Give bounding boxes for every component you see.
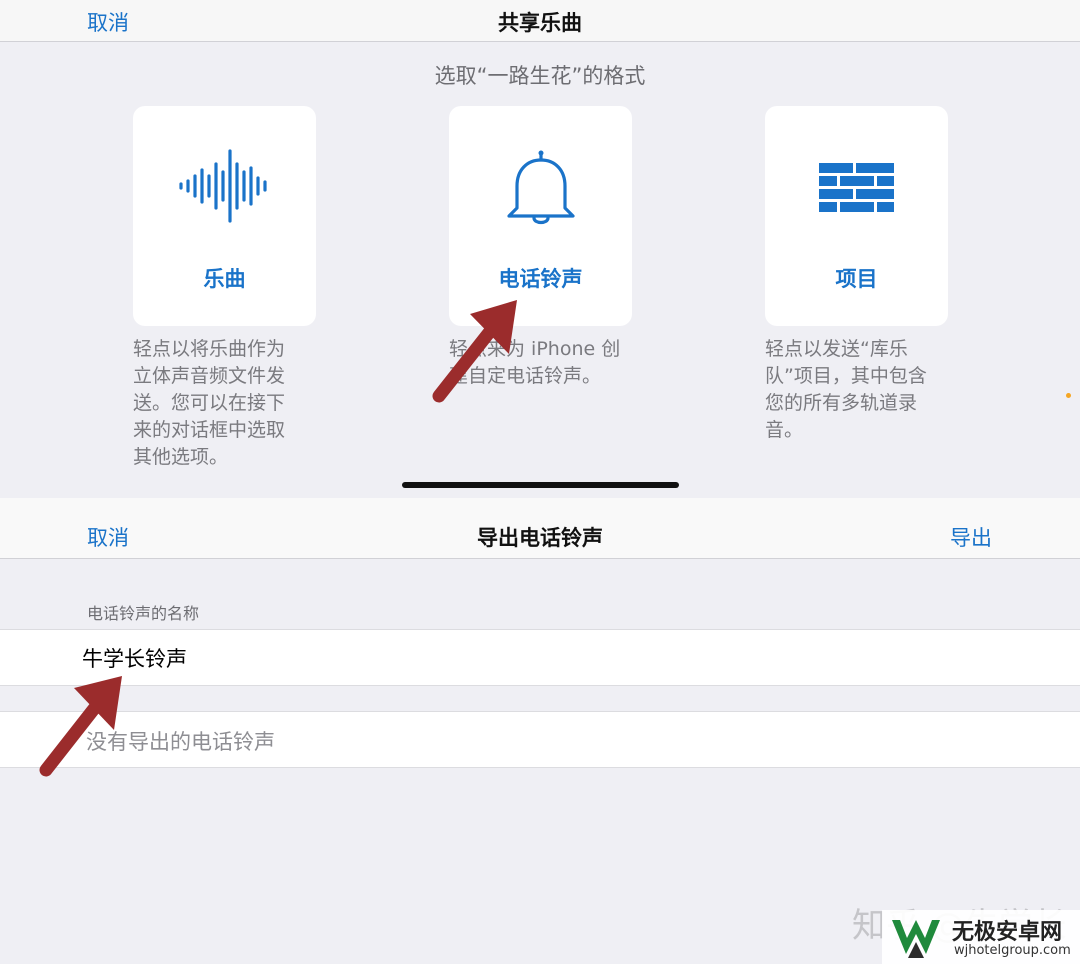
site-url: wjhotelgroup.com xyxy=(954,943,1071,958)
format-option-song[interactable]: 乐曲 xyxy=(133,106,316,326)
bell-icon xyxy=(507,150,575,225)
export-ringtone-sheet: 取消 导出电话铃声 导出 电话铃声的名称 没有导出的电话铃声 xyxy=(0,498,1080,964)
annotation-arrow-ringtone xyxy=(432,300,517,403)
export-button[interactable]: 导出 xyxy=(950,522,992,552)
format-option-project-label: 项目 xyxy=(835,267,878,291)
exported-ringtones-list: 没有导出的电话铃声 xyxy=(0,711,1080,768)
site-logo: 无极安卓网 wjhotelgroup.com xyxy=(882,910,1080,964)
annotation-arrow-name-field xyxy=(39,676,122,777)
format-option-project[interactable]: 项目 xyxy=(765,106,948,326)
share-song-sheet: 取消 共享乐曲 选取“一路生花”的格式 乐曲 轻点以将乐曲作为 立体声音频文件发… xyxy=(0,0,1080,498)
bricks-icon xyxy=(819,163,894,212)
format-option-song-label: 乐曲 xyxy=(203,267,246,291)
format-option-song-description: 轻点以将乐曲作为 立体声音频文件发 送。您可以在接下 来的对话框中选取 其他选项… xyxy=(133,338,286,468)
format-prompt: 选取“一路生花”的格式 xyxy=(434,64,646,88)
status-dot xyxy=(1066,393,1071,398)
ringtone-name-section-label: 电话铃声的名称 xyxy=(87,604,200,623)
ringtone-name-row xyxy=(0,629,1080,686)
export-nav-bar: 取消 导出电话铃声 导出 xyxy=(0,498,1080,559)
home-indicator[interactable] xyxy=(402,482,679,488)
share-nav-bar: 取消 共享乐曲 xyxy=(0,0,1080,42)
site-logo-icon xyxy=(892,920,940,958)
format-option-ringtone[interactable]: 电话铃声 xyxy=(449,106,632,326)
site-name: 无极安卓网 xyxy=(952,920,1063,945)
format-option-ringtone-label: 电话铃声 xyxy=(498,267,583,291)
export-sheet-title: 导出电话铃声 xyxy=(477,526,603,550)
share-sheet-title: 共享乐曲 xyxy=(498,11,582,35)
format-option-project-description: 轻点以发送“库乐 队”项目，其中包含 您的所有多轨道录 音。 xyxy=(765,338,927,441)
ringtone-name-input[interactable] xyxy=(80,640,984,676)
waveform-icon xyxy=(179,149,267,223)
